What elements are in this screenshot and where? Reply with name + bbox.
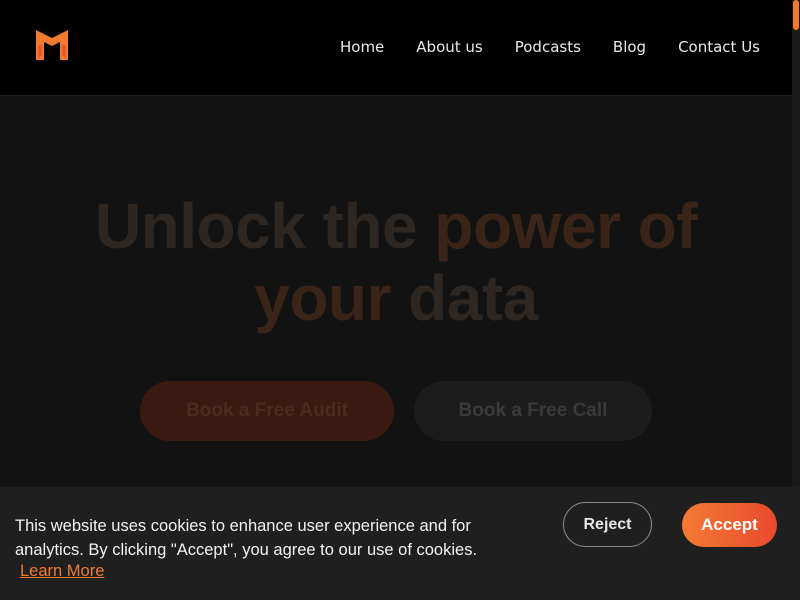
nav-item-contact[interactable]: Contact Us	[678, 38, 760, 56]
accept-button[interactable]: Accept	[682, 503, 777, 547]
cookie-message: This website uses cookies to enhance use…	[15, 517, 478, 559]
hero-title-accent1: power of	[434, 190, 698, 262]
scrollbar-thumb[interactable]	[793, 0, 799, 30]
reject-button[interactable]: Reject	[563, 502, 652, 547]
hero-buttons: Book a Free Audit Book a Free Call	[0, 381, 792, 441]
book-call-button[interactable]: Book a Free Call	[414, 381, 652, 441]
page: Home About us Podcasts Blog Contact Us U…	[0, 0, 800, 600]
book-audit-button[interactable]: Book a Free Audit	[140, 381, 394, 441]
cookie-banner: This website uses cookies to enhance use…	[0, 487, 800, 600]
hero-title-part1: Unlock the	[94, 190, 418, 262]
hero-title-part2: data	[408, 262, 538, 334]
hero-title: Unlock the power of your data	[0, 190, 792, 334]
hero-title-accent2: your	[254, 262, 391, 334]
main-nav: Home About us Podcasts Blog Contact Us	[308, 38, 760, 56]
nav-item-blog[interactable]: Blog	[613, 38, 646, 56]
nav-item-podcasts[interactable]: Podcasts	[515, 38, 581, 56]
site-header: Home About us Podcasts Blog Contact Us	[0, 0, 792, 96]
nav-item-about[interactable]: About us	[416, 38, 482, 56]
nav-item-home[interactable]: Home	[340, 38, 384, 56]
learn-more-link[interactable]: Learn More	[20, 562, 104, 581]
m-logo-icon[interactable]	[36, 28, 68, 60]
